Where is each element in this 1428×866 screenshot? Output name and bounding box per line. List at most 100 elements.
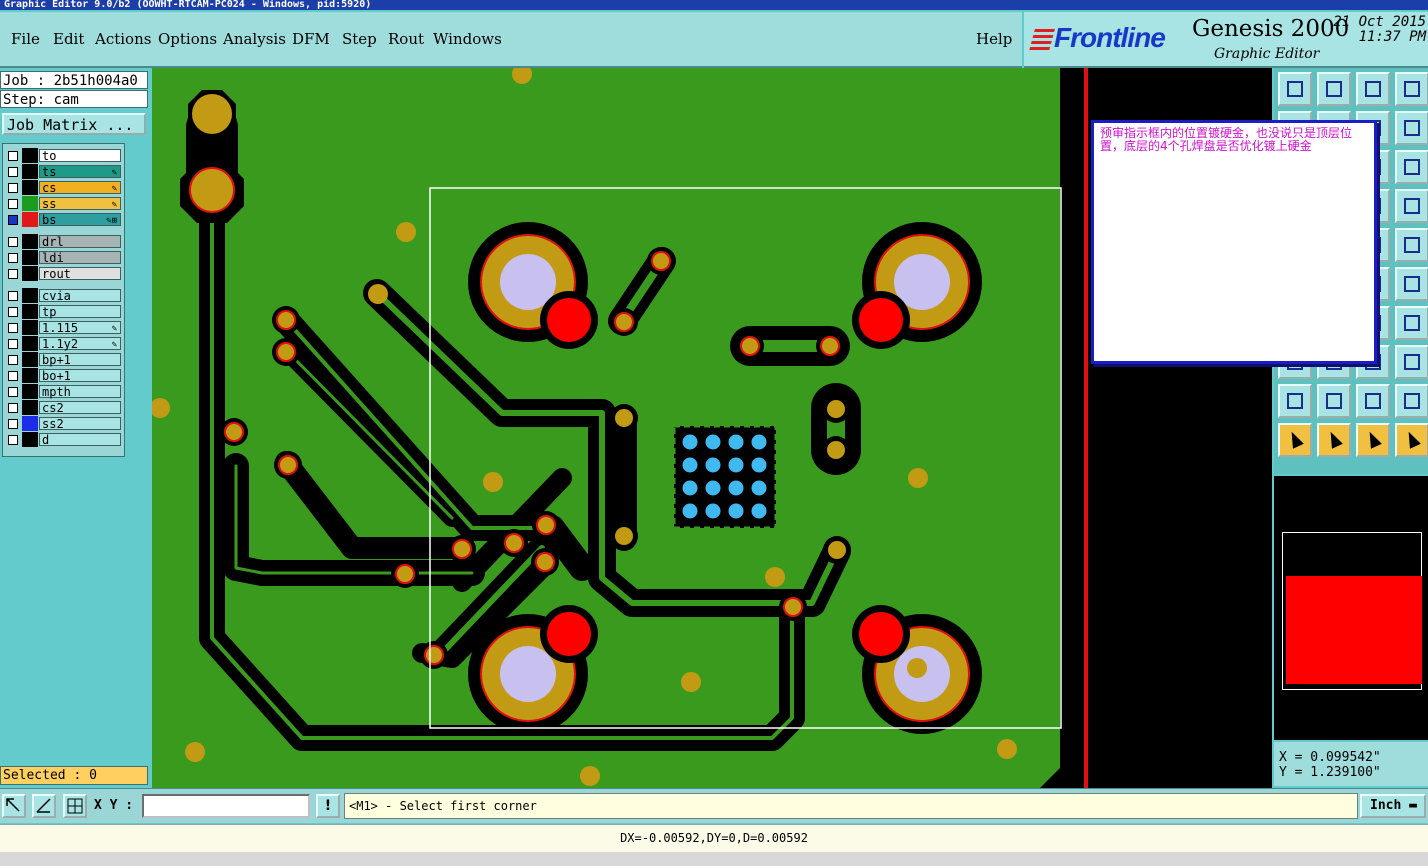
menu-file[interactable]: File: [11, 30, 40, 48]
menu-options[interactable]: Options: [158, 30, 217, 48]
tool-button[interactable]: [1278, 423, 1312, 457]
tool-button[interactable]: [1395, 189, 1428, 223]
layer-name[interactable]: mpth: [39, 385, 121, 399]
job-matrix-button[interactable]: Job Matrix ...: [2, 113, 146, 135]
layer-row-tp[interactable]: tp: [5, 304, 122, 319]
layer-name[interactable]: drl: [39, 235, 121, 249]
layer-row-cs[interactable]: cs ✎: [5, 180, 122, 195]
layer-checkbox[interactable]: [8, 183, 18, 193]
layer-checkbox[interactable]: [8, 269, 18, 279]
tool-button[interactable]: [1395, 72, 1428, 106]
layer-color-swatch[interactable]: [22, 212, 38, 227]
layer-checkbox[interactable]: [8, 167, 18, 177]
layer-name[interactable]: to: [39, 149, 121, 163]
layer-color-swatch[interactable]: [22, 266, 38, 281]
layer-color-swatch[interactable]: [22, 368, 38, 383]
layer-row-bp+1[interactable]: bp+1: [5, 352, 122, 367]
tool-button[interactable]: [1317, 384, 1351, 418]
layer-checkbox[interactable]: [8, 419, 18, 429]
layer-color-swatch[interactable]: [22, 304, 38, 319]
layer-color-swatch[interactable]: [22, 180, 38, 195]
angle-button[interactable]: [32, 794, 56, 818]
layer-checkbox[interactable]: [8, 307, 18, 317]
layer-name[interactable]: bp+1: [39, 353, 121, 367]
layer-checkbox[interactable]: [8, 237, 18, 247]
layer-row-d[interactable]: d: [5, 432, 122, 447]
layer-row-ss[interactable]: ss ✎: [5, 196, 122, 211]
layer-checkbox[interactable]: [8, 199, 18, 209]
layer-checkbox[interactable]: [8, 355, 18, 365]
tool-button[interactable]: [1278, 72, 1312, 106]
layer-row-to[interactable]: to: [5, 148, 122, 163]
layer-row-bo+1[interactable]: bo+1: [5, 368, 122, 383]
layer-checkbox[interactable]: [8, 291, 18, 301]
menu-dfm[interactable]: DFM: [292, 30, 330, 48]
layer-checkbox[interactable]: [8, 371, 18, 381]
units-select[interactable]: Inch ▬: [1360, 794, 1426, 818]
layer-name[interactable]: ss2: [39, 417, 121, 431]
layer-row-ts[interactable]: ts ✎: [5, 164, 122, 179]
layer-row-rout[interactable]: rout: [5, 266, 122, 281]
layer-name[interactable]: tp: [39, 305, 121, 319]
xy-input[interactable]: [142, 794, 310, 818]
tool-button[interactable]: [1356, 384, 1390, 418]
tool-button[interactable]: [1278, 384, 1312, 418]
layer-name[interactable]: bs ✎⊞: [39, 213, 121, 227]
tool-button[interactable]: [1395, 384, 1428, 418]
layer-color-swatch[interactable]: [22, 352, 38, 367]
layer-checkbox[interactable]: [8, 215, 18, 225]
menu-step[interactable]: Step: [342, 30, 377, 48]
menu-analysis[interactable]: Analysis: [223, 30, 286, 48]
layer-color-swatch[interactable]: [22, 384, 38, 399]
layer-row-1.115[interactable]: 1.115 ✎: [5, 320, 122, 335]
tool-button[interactable]: [1395, 423, 1428, 457]
tool-button[interactable]: [1395, 228, 1428, 262]
layer-name[interactable]: ldi: [39, 251, 121, 265]
execute-button[interactable]: !: [316, 794, 340, 818]
tool-button[interactable]: [1395, 111, 1428, 145]
layer-color-swatch[interactable]: [22, 400, 38, 415]
layer-color-swatch[interactable]: [22, 250, 38, 265]
layer-color-swatch[interactable]: [22, 416, 38, 431]
layer-checkbox[interactable]: [8, 323, 18, 333]
layer-color-swatch[interactable]: [22, 196, 38, 211]
layer-name[interactable]: cs ✎: [39, 181, 121, 195]
layer-checkbox[interactable]: [8, 435, 18, 445]
layer-color-swatch[interactable]: [22, 336, 38, 351]
layer-row-ss2[interactable]: ss2: [5, 416, 122, 431]
tool-button[interactable]: [1317, 423, 1351, 457]
layer-name[interactable]: ss ✎: [39, 197, 121, 211]
layer-checkbox[interactable]: [8, 151, 18, 161]
grid-button[interactable]: [63, 794, 87, 818]
layer-row-mpth[interactable]: mpth: [5, 384, 122, 399]
layer-row-cs2[interactable]: cs2: [5, 400, 122, 415]
layer-name[interactable]: ts ✎: [39, 165, 121, 179]
layer-row-bs[interactable]: bs ✎⊞: [5, 212, 122, 227]
layer-name[interactable]: rout: [39, 267, 121, 281]
menu-actions[interactable]: Actions: [95, 30, 151, 48]
layer-color-swatch[interactable]: [22, 234, 38, 249]
layer-name[interactable]: 1.1y2 ✎: [39, 337, 121, 351]
layer-row-drl[interactable]: drl: [5, 234, 122, 249]
layer-color-swatch[interactable]: [22, 148, 38, 163]
menu-windows[interactable]: Windows: [433, 30, 502, 48]
layer-color-swatch[interactable]: [22, 320, 38, 335]
menu-rout[interactable]: Rout: [388, 30, 424, 48]
tool-button[interactable]: [1395, 306, 1428, 340]
layer-name[interactable]: bo+1: [39, 369, 121, 383]
layer-color-swatch[interactable]: [22, 288, 38, 303]
tool-button[interactable]: [1317, 72, 1351, 106]
layer-name[interactable]: d: [39, 433, 121, 447]
layer-row-ldi[interactable]: ldi: [5, 250, 122, 265]
layer-row-cvia[interactable]: cvia: [5, 288, 122, 303]
layer-name[interactable]: 1.115 ✎: [39, 321, 121, 335]
menu-help[interactable]: Help: [976, 30, 1012, 48]
layer-row-1.1y2[interactable]: 1.1y2 ✎: [5, 336, 122, 351]
snap-button[interactable]: [2, 794, 26, 818]
layer-checkbox[interactable]: [8, 339, 18, 349]
tool-button[interactable]: [1356, 72, 1390, 106]
layer-checkbox[interactable]: [8, 403, 18, 413]
layer-color-swatch[interactable]: [22, 164, 38, 179]
tool-button[interactable]: [1395, 267, 1428, 301]
layer-checkbox[interactable]: [8, 387, 18, 397]
